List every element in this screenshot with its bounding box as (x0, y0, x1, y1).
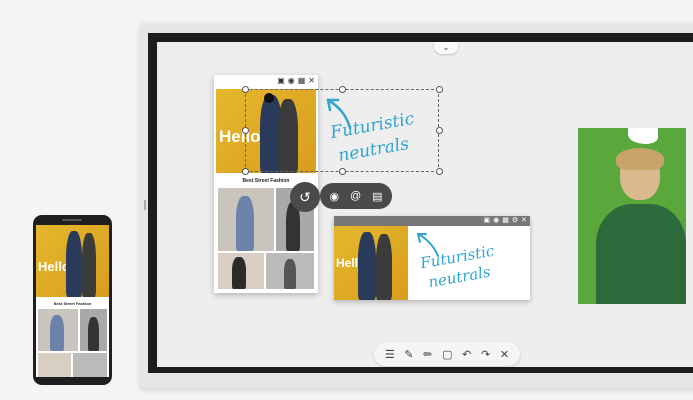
save-icon[interactable]: ▣ (483, 217, 490, 224)
settings-icon[interactable]: ⚙ (512, 217, 518, 224)
side-handle[interactable] (144, 200, 146, 210)
resize-handle[interactable] (436, 86, 443, 93)
portrait-image (578, 128, 686, 304)
model-figure (596, 204, 686, 304)
undo-icon[interactable]: ↶ (462, 348, 471, 361)
photo-thumbnail (218, 253, 264, 289)
history-icon[interactable]: ↺ (290, 182, 320, 212)
close-icon[interactable]: ✕ (308, 76, 315, 85)
hero-image: Hello (36, 225, 109, 297)
resize-handle[interactable] (436, 168, 443, 175)
photo-thumbnail (38, 353, 71, 377)
phone-speaker (62, 219, 82, 221)
at-icon[interactable]: @ (350, 190, 361, 202)
shared-capture-panel[interactable]: ▣ ◉ ▦ ⚙ ✕ Hello Futuristic neutrals (334, 216, 530, 300)
close-icon[interactable]: ✕ (521, 217, 527, 224)
resize-handle[interactable] (242, 86, 249, 93)
highlighter-icon[interactable]: ✏ (423, 348, 432, 361)
resize-handle[interactable] (242, 168, 249, 175)
share-icon[interactable]: ◉ (493, 217, 499, 224)
photo-thumbnail (266, 253, 314, 289)
bottom-toolbar: ☰ ✎ ✏ ▢ ↶ ↷ ✕ (374, 342, 520, 366)
camera-icon[interactable]: ◉ (329, 190, 339, 203)
chevron-down-icon[interactable]: ⌄ (434, 42, 458, 54)
resize-handle[interactable] (436, 127, 443, 134)
pen-icon[interactable]: ✎ (404, 348, 413, 361)
close-icon[interactable]: ✕ (500, 348, 509, 361)
menu-icon[interactable]: ☰ (385, 348, 395, 361)
redo-icon[interactable]: ↷ (481, 348, 490, 361)
caption-text: Best Street Fashion (53, 301, 92, 306)
save-icon[interactable]: ▣ (277, 76, 285, 85)
photo-thumbnail (38, 309, 78, 351)
export-icon[interactable]: ▦ (298, 76, 306, 85)
photo-thumbnail (218, 188, 274, 251)
document-icon[interactable]: ▤ (372, 190, 382, 203)
phone-screen[interactable]: Hello Best Street Fashion (36, 225, 109, 377)
resize-handle[interactable] (242, 127, 249, 134)
context-menu: ◉ @ ▤ (320, 183, 392, 209)
hero-image: Hello (334, 226, 408, 300)
share-icon[interactable]: ◉ (288, 76, 295, 85)
panel-toolbar: ▣ ◉ ▦ ⚙ ✕ (334, 216, 530, 226)
photo-thumbnail (73, 353, 107, 377)
select-icon[interactable]: ▢ (442, 348, 452, 361)
document-toolbar: ▣ ◉ ▦ ✕ (214, 75, 318, 87)
photo-thumbnail (80, 309, 107, 351)
resize-handle[interactable] (339, 168, 346, 175)
export-icon[interactable]: ▦ (502, 217, 509, 224)
